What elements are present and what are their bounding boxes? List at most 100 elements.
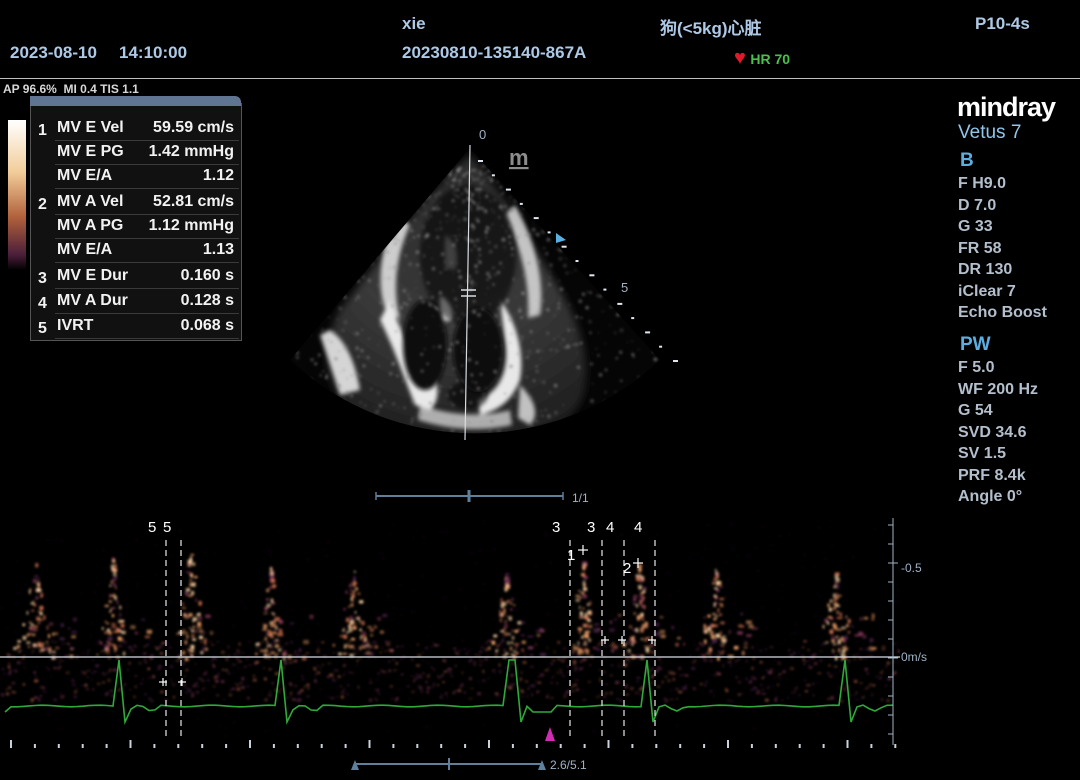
spectrum-pixel — [503, 608, 506, 612]
speckle-dot — [549, 263, 553, 268]
spectrum-pixel — [854, 679, 857, 683]
spectrum-pixel — [84, 685, 86, 687]
spectrum-pixel — [110, 609, 112, 611]
spectrum-pixel — [61, 643, 65, 645]
speckle-dot — [556, 247, 561, 252]
speckle-dot — [428, 303, 432, 307]
spectrum-pixel — [636, 677, 641, 679]
spectrum-noise — [368, 641, 370, 644]
spectrum-pixel — [581, 572, 586, 575]
spectrum-pixel — [189, 556, 193, 561]
spectrum-pixel — [806, 684, 811, 687]
spectrum-pixel — [346, 631, 349, 634]
spectrum-pixel — [390, 649, 394, 653]
spectrum-pixel — [531, 684, 536, 688]
speckle-dot — [396, 317, 401, 323]
speckle-dot — [402, 301, 406, 305]
speckle-dot — [356, 355, 360, 359]
spectrum-pixel — [35, 675, 38, 678]
b-mode-title[interactable]: B — [960, 150, 974, 172]
spectrum-pixel — [107, 636, 113, 641]
spectrum-pixel — [748, 624, 754, 629]
spectrum-pixel — [465, 653, 468, 655]
spectrum-pixel — [30, 624, 34, 626]
time-tick — [416, 744, 419, 748]
speckle-dot — [443, 179, 445, 181]
spectrum-pixel — [840, 670, 842, 673]
spectrum-pixel — [39, 612, 43, 615]
depth-tick — [603, 288, 607, 291]
spectrum-pixel — [803, 662, 806, 666]
spectrum-pixel — [563, 696, 567, 698]
spectrum-pixel — [834, 597, 839, 599]
spectrum-pixel — [192, 617, 198, 621]
spectrum-pixel — [45, 666, 48, 668]
spectrum-pixel — [839, 612, 842, 616]
spectrum-noise — [608, 577, 611, 580]
spectrum-pixel — [609, 620, 613, 624]
speckle-dot — [421, 201, 425, 205]
spectrum-pixel — [641, 604, 644, 608]
spectrum-pixel — [610, 674, 613, 677]
b-mode-image[interactable] — [260, 140, 700, 450]
spectrum-pixel — [525, 680, 529, 683]
speckle-dot — [549, 391, 552, 394]
speckle-dot — [451, 403, 455, 407]
speckle-dot — [383, 400, 386, 403]
spectrum-pixel — [855, 698, 859, 701]
speckle-dot — [395, 330, 398, 333]
point-label: 1 — [567, 547, 575, 564]
spectrum-noise — [162, 604, 165, 606]
spectrum-pixel — [185, 687, 190, 690]
spectrum-pixel — [72, 617, 77, 622]
spectrum-pixel — [8, 665, 11, 669]
spectrum-noise — [320, 688, 322, 691]
spectrum-noise — [783, 639, 786, 642]
spectrum-noise — [18, 592, 21, 595]
spectrum-pixel — [832, 623, 835, 626]
spectrum-noise — [34, 671, 36, 673]
spectrum-pixel — [804, 679, 806, 682]
spectrum-pixel — [35, 563, 39, 568]
spectrum-pixel — [573, 646, 579, 651]
spectrum-pixel — [21, 662, 24, 664]
speckle-dot — [317, 353, 322, 357]
speckle-dot — [488, 175, 492, 179]
spectrum-pixel — [233, 653, 238, 656]
spectrum-pixel — [275, 672, 279, 676]
spectrum-pixel — [584, 630, 589, 635]
speckle-dot — [455, 340, 460, 345]
speckle-dot — [521, 255, 524, 258]
spectrum-pixel — [111, 579, 116, 582]
spectrum-pixel — [595, 696, 600, 698]
spectrum-pixel — [309, 614, 314, 619]
speckle-dot — [597, 354, 600, 357]
spectrum-pixel — [443, 671, 446, 673]
doppler-cine-scrollbar[interactable] — [351, 758, 546, 770]
speckle-dot — [585, 305, 589, 310]
spectrum-pixel — [838, 651, 840, 653]
spectrum-noise — [858, 713, 860, 715]
pw-mode-params: F 5.0 WF 200 Hz G 54 SVD 34.6 SV 1.5 PRF 8.4k… — [958, 359, 1038, 510]
speckle-dot — [339, 371, 342, 374]
pw-doppler-spectrum[interactable] — [1, 520, 901, 737]
time-tick — [607, 740, 610, 748]
cine-frame-scrollbar[interactable] — [375, 490, 564, 502]
speckle-dot — [538, 259, 541, 262]
spectrum-pixel — [453, 647, 457, 650]
spectrum-pixel — [6, 688, 8, 691]
speckle-dot — [591, 382, 594, 385]
spectrum-pixel — [678, 667, 682, 670]
pw-mode-title[interactable]: PW — [960, 334, 991, 356]
spectrum-pixel — [426, 674, 430, 678]
speckle-dot — [505, 431, 508, 434]
spectrum-pixel — [588, 638, 591, 642]
speckle-dot — [484, 165, 486, 168]
playback-position-icon[interactable] — [545, 727, 555, 741]
speckle-dot — [488, 321, 490, 323]
spectrum-pixel — [491, 640, 496, 645]
spectrum-pixel — [388, 660, 391, 663]
spectrum-noise — [587, 652, 589, 655]
spectrum-pixel — [814, 662, 818, 665]
ultrasound-canvas[interactable]: 0 5 m 1/1 5 5 3 3 4 412 -0.5 0m/s 2.6/5.1 — [0, 0, 1080, 780]
